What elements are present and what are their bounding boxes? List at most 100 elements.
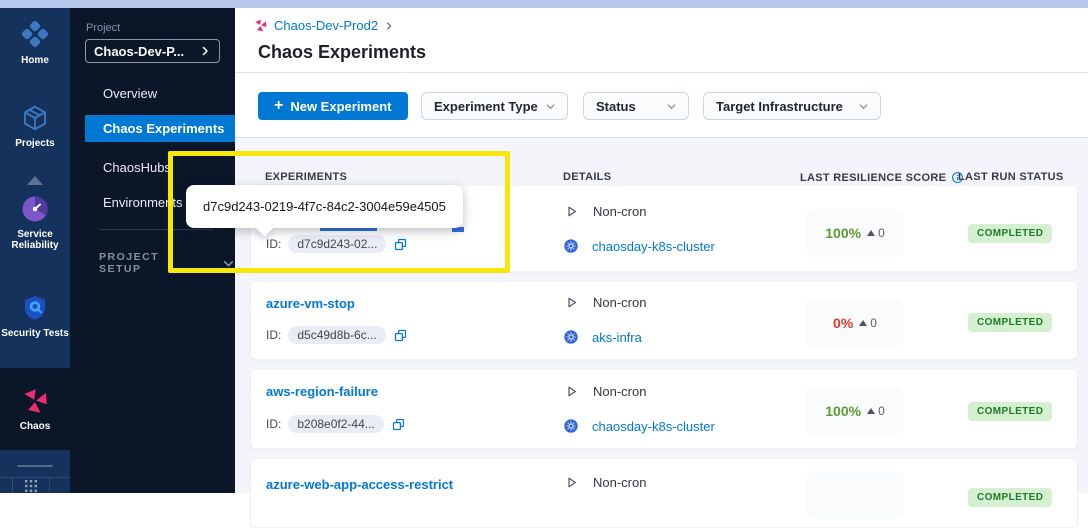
filter-status[interactable]: Status (583, 92, 689, 120)
experiment-id-row: ID: d5c49d8b-6c... (266, 326, 408, 344)
score-delta: 0 (867, 404, 885, 418)
status-badge: COMPLETED (968, 224, 1052, 243)
delta-up-icon (859, 320, 867, 326)
filter-label: Target Infrastructure (716, 99, 843, 114)
experiment-name-link[interactable]: azure-web-app-access-restrict (266, 477, 453, 492)
schedule-detail: Non-cron (563, 203, 646, 220)
infrastructure-detail: aks-infra (563, 329, 642, 345)
filter-label: Status (596, 99, 636, 114)
schedule-detail: Non-cron (563, 294, 646, 311)
status-badge: COMPLETED (968, 313, 1052, 332)
resilience-score-card: 100% 0 (806, 387, 904, 435)
project-setup-label: PROJECT SETUP (99, 251, 200, 275)
schedule-type: Non-cron (593, 295, 646, 310)
delta-value: 0 (870, 316, 877, 330)
chevron-down-icon (857, 100, 870, 113)
delta-up-icon (867, 230, 875, 236)
nav-rail-item-chaos[interactable]: Chaos (0, 368, 70, 450)
experiment-row[interactable]: azure-vm-stop ID: d5c49d8b-6c... Non-cro… (250, 281, 1078, 360)
filter-experiment-type[interactable]: Experiment Type (421, 92, 568, 120)
chevron-right-icon (199, 45, 211, 57)
breadcrumb: Chaos-Dev-Prod2 (253, 18, 394, 33)
experiment-row[interactable]: aws-region-failure ID: b208e0f2-44... No… (250, 369, 1078, 449)
infrastructure-detail: chaosday-k8s-cluster (563, 238, 715, 254)
new-experiment-label: New Experiment (290, 99, 391, 114)
rail-bottom-cell (49, 478, 70, 493)
security-tests-icon (20, 293, 50, 323)
nav-rail: Home Projects Service Reliability (0, 8, 70, 493)
experiment-name-link[interactable]: azure-vm-stop (266, 296, 355, 311)
column-header-resilience-score: LAST RESILIENCE SCORE (800, 171, 964, 184)
nav-rail-item-home[interactable]: Home (0, 18, 70, 66)
nav-rail-label: Chaos (20, 421, 51, 432)
status-badge: COMPLETED (968, 402, 1052, 421)
infrastructure-link[interactable]: aks-infra (592, 330, 642, 345)
experiment-id-value: d5c49d8b-6c... (288, 326, 385, 344)
rail-bottom-cell (0, 478, 13, 493)
nav-rail-item-service-reliability[interactable]: Service Reliability (0, 194, 70, 251)
experiment-id-value: d7c9d243-02... (288, 235, 386, 253)
project-label: Project (86, 22, 120, 34)
sidebar-item-chaoshubs[interactable]: ChaosHubs (103, 160, 171, 175)
chevron-down-icon (222, 257, 235, 270)
obscured-link-fragment (320, 228, 377, 231)
breadcrumb-project-link[interactable]: Chaos-Dev-Prod2 (274, 18, 378, 33)
sidebar-item-environments[interactable]: Environments (103, 195, 182, 210)
sidebar-item-overview[interactable]: Overview (103, 86, 157, 101)
infrastructure-link[interactable]: chaosday-k8s-cluster (592, 239, 715, 254)
plus-icon: + (274, 98, 283, 114)
score-delta: 0 (859, 316, 877, 330)
filter-label: Experiment Type (434, 99, 538, 114)
experiment-name-link[interactable]: aws-region-failure (266, 384, 378, 399)
column-header-label: LAST RESILIENCE SCORE (800, 172, 946, 184)
rail-drag-handle[interactable] (17, 465, 53, 467)
nav-rail-label: Security Tests (1, 328, 69, 339)
copy-icon[interactable] (393, 328, 408, 343)
schedule-type: Non-cron (593, 384, 646, 399)
schedule-detail: Non-cron (563, 383, 646, 400)
score-value: 100% (825, 403, 861, 419)
nav-rail-label: Service Reliability (4, 229, 66, 251)
sidebar-item-chaos-experiments[interactable]: Chaos Experiments (85, 115, 235, 142)
delta-value: 0 (878, 404, 885, 418)
new-experiment-button[interactable]: + New Experiment (258, 92, 408, 120)
delta-up-icon (867, 408, 875, 414)
project-selector[interactable]: Chaos-Dev-P... (85, 39, 220, 63)
chevron-right-icon (384, 21, 394, 31)
chevron-down-icon (544, 100, 557, 113)
grid-icon (25, 480, 37, 492)
column-header-run-status: LAST RUN STATUS (958, 171, 1064, 183)
chaos-experiments-page: { "nav_rail": { "items": [ { "label": "H… (0, 0, 1088, 493)
schedule-detail: Non-cron (563, 474, 646, 491)
app-grid-button[interactable] (13, 478, 49, 493)
window-top-strip (0, 0, 1088, 8)
status-badge: COMPLETED (968, 488, 1052, 507)
nav-rail-label: Home (21, 55, 49, 66)
nav-rail-label: Projects (15, 138, 54, 149)
nav-scroll-up-icon[interactable] (27, 176, 43, 185)
play-outline-icon (563, 383, 580, 400)
resilience-score-card: 100% 0 (806, 209, 904, 257)
kubernetes-icon (563, 238, 579, 254)
nav-rail-item-projects[interactable]: Projects (0, 103, 70, 149)
infrastructure-link[interactable]: chaosday-k8s-cluster (592, 419, 715, 434)
id-label: ID: (266, 328, 281, 342)
experiment-id-row: ID: b208e0f2-44... (266, 415, 406, 433)
header-divider (235, 72, 1088, 73)
experiment-row[interactable]: azure-web-app-access-restrict Non-cron C… (250, 458, 1078, 528)
score-value: 0% (833, 315, 853, 331)
kubernetes-icon (563, 418, 579, 434)
project-setup-section[interactable]: PROJECT SETUP (99, 251, 235, 275)
nav-rail-item-security-tests[interactable]: Security Tests (0, 293, 70, 339)
copy-icon[interactable] (391, 417, 406, 432)
experiment-id-value: b208e0f2-44... (288, 415, 383, 433)
service-reliability-icon (20, 194, 50, 224)
main-content: Chaos-Dev-Prod2 Chaos Experiments + New … (235, 8, 1088, 493)
filter-target-infrastructure[interactable]: Target Infrastructure (703, 92, 881, 120)
id-label: ID: (266, 237, 281, 251)
play-outline-icon (563, 203, 580, 220)
home-icon (19, 18, 51, 50)
sidebar-divider (99, 229, 213, 230)
project-sidebar: Project Chaos-Dev-P... Overview Chaos Ex… (70, 8, 235, 493)
copy-icon[interactable] (393, 237, 408, 252)
